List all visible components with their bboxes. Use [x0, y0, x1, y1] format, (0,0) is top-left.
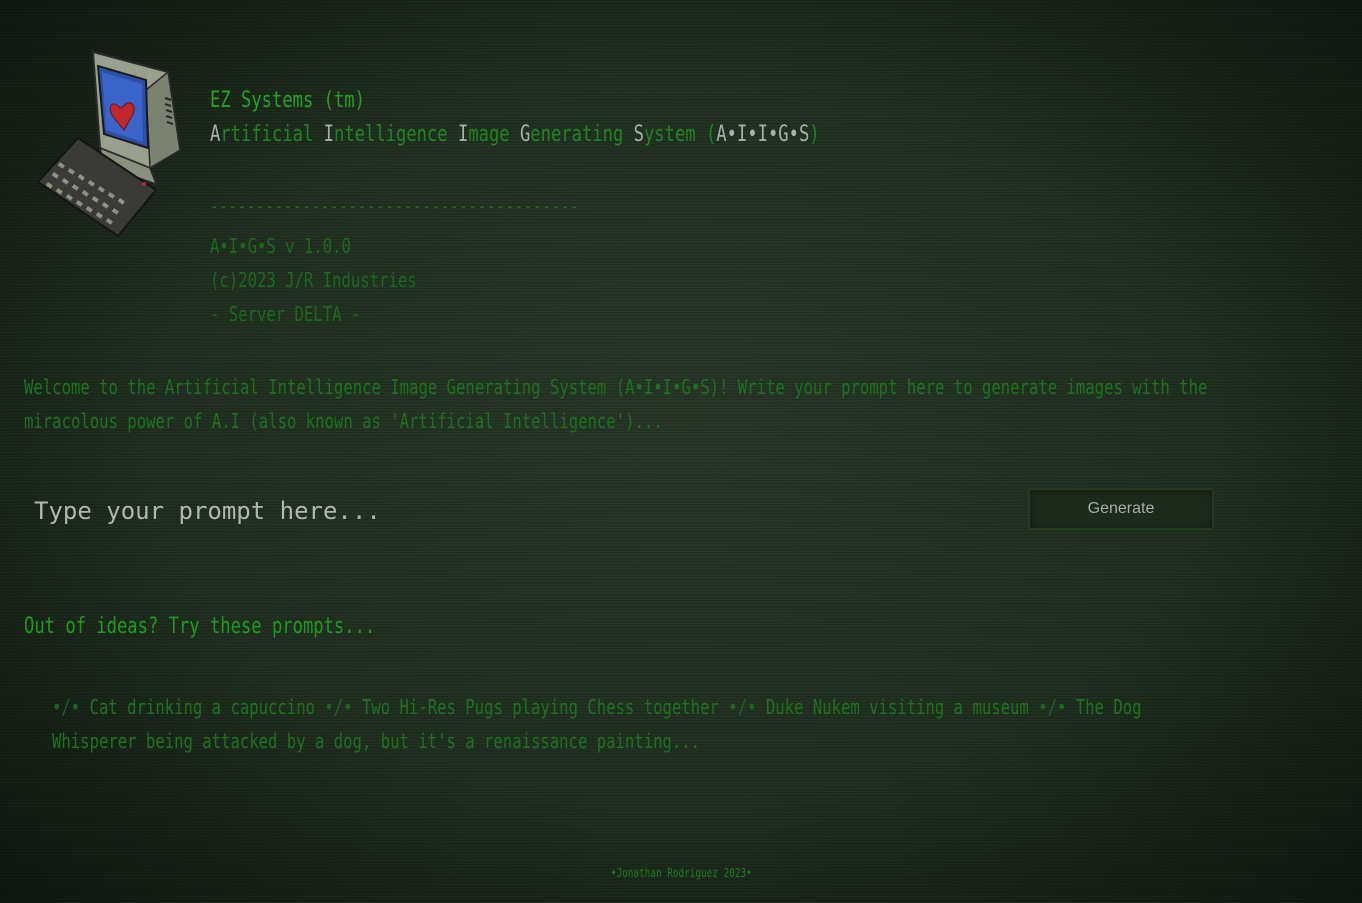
suggestion-link[interactable]: Two Hi-Res Pugs playing Chess together	[362, 695, 719, 719]
acronym: (A•I•I•G•S)	[705, 122, 820, 147]
system-full-name: Artificial Intelligence Image Generating…	[210, 122, 820, 148]
brand-title: EZ Systems (tm)	[210, 88, 365, 113]
prompt-input[interactable]	[24, 487, 1026, 535]
separator: •/•	[324, 695, 353, 719]
suggestion-link[interactable]: Duke Nukem visiting a museum	[766, 695, 1029, 719]
title-word: System	[633, 122, 696, 147]
generate-button[interactable]: Generate	[1028, 488, 1214, 530]
separator: •/•	[1038, 695, 1067, 719]
suggestion-link[interactable]: Cat drinking a capuccino	[90, 695, 315, 719]
ideas-heading: Out of ideas? Try these prompts...	[24, 614, 376, 639]
server-label: - Server DELTA -	[210, 302, 361, 326]
title-word: Intelligence	[323, 122, 448, 147]
footer-credit: •Jonathan Rodriguez 2023•	[610, 866, 752, 880]
version-label: A•I•G•S v 1.0.0	[210, 234, 351, 258]
title-word: Artificial	[210, 122, 314, 147]
welcome-text: Welcome to the Artificial Intelligence I…	[24, 375, 1208, 433]
separator: •/•	[728, 695, 757, 719]
copyright-label: (c)2023 J/R Industries	[210, 268, 417, 292]
title-word: Image	[457, 122, 510, 147]
header-divider: ----------------------------------------	[210, 196, 580, 217]
title-word: Generating	[519, 122, 624, 147]
retro-computer-heart-icon	[38, 50, 182, 238]
suggestions-list: •/• Cat drinking a capuccino •/• Two Hi-…	[52, 690, 1234, 758]
separator: •/•	[52, 695, 81, 719]
footer: •Jonathan Rodriguez 2023•	[0, 866, 1362, 880]
